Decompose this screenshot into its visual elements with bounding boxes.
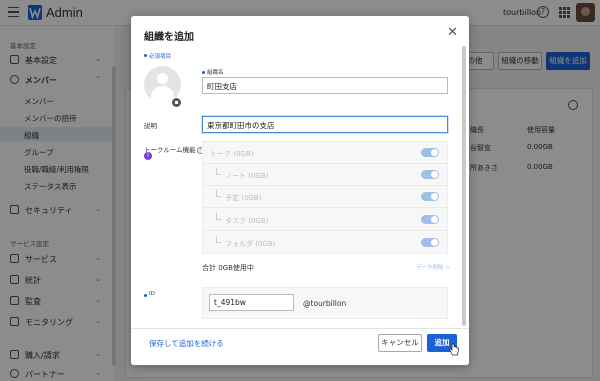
feature-row-task: タスク (0GB) (203, 209, 449, 231)
info-icon: ! (144, 152, 152, 160)
required-dot-icon (202, 71, 205, 74)
storage-total: 合計 0GB使用中 (202, 264, 254, 272)
feature-label: トーク (0GB) (210, 150, 254, 158)
feature-toggle[interactable] (421, 192, 439, 201)
required-note: 必須項目 (149, 54, 172, 60)
person-head (157, 73, 168, 84)
description-label: 説明 (144, 122, 157, 130)
feature-row-note: ノート (0GB) (203, 164, 449, 186)
description-input[interactable]: 東京都町田市の支店 (202, 116, 448, 133)
add-organization-dialog: 組織を追加 ✕ 必須項目 ▪ 組織名 町田支店 説明 東京都町田市の支店 トーク… (131, 16, 469, 365)
tree-branch-icon (216, 213, 221, 220)
feature-toggle[interactable] (421, 215, 439, 224)
feature-row-talk: トーク (0GB) (203, 142, 449, 164)
feature-label: ノート (0GB) (225, 172, 269, 180)
feature-toggle[interactable] (421, 170, 439, 179)
data-delete-link[interactable]: データ削除 > (416, 263, 450, 271)
feature-toggle[interactable] (421, 148, 439, 157)
id-label: ID (149, 291, 155, 297)
tree-branch-icon (216, 168, 221, 175)
feature-toggle[interactable] (421, 238, 439, 247)
hand-cursor-icon (449, 343, 459, 356)
dialog-scrollbar[interactable] (462, 46, 466, 326)
feature-label: フォルダ (0GB) (225, 240, 276, 248)
tree-branch-icon (216, 190, 221, 197)
dialog-title: 組織を追加 (144, 32, 194, 43)
camera-icon[interactable]: ▪ (171, 97, 182, 108)
required-dot-icon (144, 54, 147, 57)
feature-row-folder: フォルダ (0GB) (203, 232, 449, 254)
required-dot-icon (144, 294, 147, 297)
id-domain-suffix: @tourbillon (303, 299, 347, 308)
save-and-continue-link[interactable]: 保存して追加を続ける (149, 338, 224, 349)
feature-label: タスク (0GB) (225, 217, 269, 225)
org-name-label: 組織名 (207, 70, 224, 76)
cancel-button[interactable]: キャンセル (378, 334, 422, 352)
talkroom-feature-text: トークルーム機能 (144, 146, 196, 154)
id-input[interactable]: t_491bw (209, 294, 294, 311)
tree-branch-icon (216, 236, 221, 243)
feature-label: 予定 (0GB) (225, 194, 262, 202)
talkroom-feature-label: トークルーム機能? (144, 144, 204, 154)
feature-row-calendar: 予定 (0GB) (203, 186, 449, 208)
close-icon[interactable]: ✕ (447, 25, 458, 40)
feature-toggle-list: トーク (0GB) ノート (0GB) 予定 (0GB) タスク (0GB) フ… (202, 141, 449, 254)
org-name-input[interactable]: 町田支店 (202, 77, 448, 94)
